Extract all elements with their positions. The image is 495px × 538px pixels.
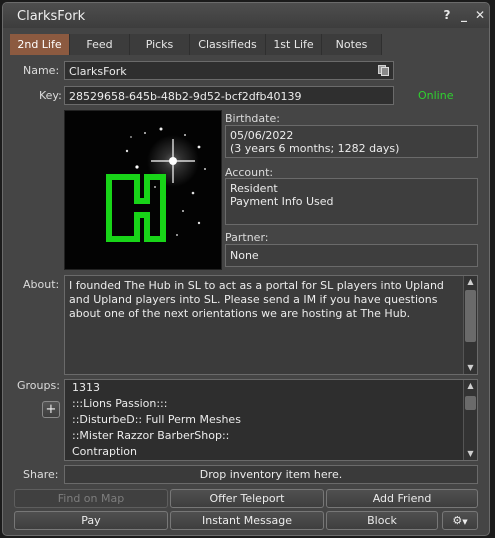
name-value: ClarksFork xyxy=(69,65,127,78)
birthdate-field: 05/06/2022 (3 years 6 months; 1282 days) xyxy=(225,125,478,158)
key-value: 28529658-645b-48b2-9d52-bcf2dfb40139 xyxy=(69,90,302,103)
partner-label: Partner: xyxy=(225,231,269,244)
about-scrollbar[interactable]: ▲ ▼ xyxy=(463,276,477,374)
partner-field: None xyxy=(225,244,478,267)
more-options-button[interactable]: ⚙▼ xyxy=(442,511,478,530)
name-label: Name: xyxy=(23,64,60,77)
about-textbox[interactable]: I founded The Hub in SL to act as a port… xyxy=(64,275,478,375)
tab-notes[interactable]: Notes xyxy=(322,34,382,55)
profile-logo-image xyxy=(65,111,221,269)
groups-list[interactable]: 1313 :::Lions Passion::: ::DisturbeD:: F… xyxy=(64,379,478,461)
close-button[interactable]: ✕ xyxy=(473,8,487,22)
online-status: Online xyxy=(418,89,454,102)
profile-picture[interactable] xyxy=(64,110,222,270)
key-label: Key: xyxy=(39,89,62,102)
partner-value: None xyxy=(230,249,259,262)
add-friend-button[interactable]: Add Friend xyxy=(326,489,478,508)
add-group-button[interactable]: + xyxy=(42,401,60,418)
groups-label: Groups: xyxy=(17,379,60,392)
about-text: I founded The Hub in SL to act as a port… xyxy=(69,279,444,320)
tab-1st-life[interactable]: 1st Life xyxy=(266,34,322,55)
scroll-up-icon[interactable]: ▲ xyxy=(464,380,477,392)
offer-teleport-button[interactable]: Offer Teleport xyxy=(170,489,324,508)
group-item[interactable]: Contraption xyxy=(65,444,463,460)
chevron-down-icon: ▼ xyxy=(462,518,468,526)
tab-feed[interactable]: Feed xyxy=(70,34,130,55)
scroll-down-icon[interactable]: ▼ xyxy=(464,362,477,374)
birthdate-value: 05/06/2022 xyxy=(230,129,294,142)
find-on-map-button[interactable]: Find on Map xyxy=(14,489,168,508)
instant-message-button[interactable]: Instant Message xyxy=(170,511,324,530)
scroll-down-icon[interactable]: ▼ xyxy=(464,448,477,460)
copy-icon[interactable] xyxy=(378,65,389,76)
groups-list-items: 1313 :::Lions Passion::: ::DisturbeD:: F… xyxy=(65,380,463,460)
scroll-up-icon[interactable]: ▲ xyxy=(464,276,477,288)
group-item[interactable]: 1313 xyxy=(65,380,463,396)
name-field[interactable]: ClarksFork xyxy=(64,61,394,80)
group-item[interactable]: ::DisturbeD:: Full Perm Meshes xyxy=(65,412,463,428)
account-type-value: Resident xyxy=(230,182,278,195)
group-item[interactable]: :::Lions Passion::: xyxy=(65,396,463,412)
profile-window: ClarksFork ? _ ✕ 2nd Life Feed Picks Cla… xyxy=(2,2,490,536)
share-drop-target[interactable]: Drop inventory item here. xyxy=(64,465,478,484)
share-label: Share: xyxy=(23,468,59,481)
minimize-button[interactable]: _ xyxy=(457,8,471,22)
account-age-value: (3 years 6 months; 1282 days) xyxy=(230,142,400,155)
gear-icon: ⚙ xyxy=(452,514,463,527)
title-bar[interactable]: ClarksFork ? _ ✕ xyxy=(3,3,489,28)
window-title: ClarksFork xyxy=(17,9,86,24)
birthdate-label: Birthdate: xyxy=(225,112,280,125)
groups-scroll-thumb[interactable] xyxy=(465,396,476,410)
groups-scrollbar[interactable]: ▲ ▼ xyxy=(463,380,477,460)
tab-2nd-life[interactable]: 2nd Life xyxy=(10,34,70,55)
help-button[interactable]: ? xyxy=(440,8,454,22)
payment-info-value: Payment Info Used xyxy=(230,195,334,208)
tab-picks[interactable]: Picks xyxy=(130,34,190,55)
tab-classifieds[interactable]: Classifieds xyxy=(190,34,266,55)
pay-button[interactable]: Pay xyxy=(14,511,168,530)
key-field[interactable]: 28529658-645b-48b2-9d52-bcf2dfb40139 xyxy=(64,86,394,105)
about-scroll-thumb[interactable] xyxy=(465,290,476,342)
block-button[interactable]: Block xyxy=(326,511,438,530)
group-item[interactable]: ::Mister Razzor BarberShop:: xyxy=(65,428,463,444)
about-label: About: xyxy=(23,278,60,291)
account-field: Resident Payment Info Used xyxy=(225,178,478,225)
